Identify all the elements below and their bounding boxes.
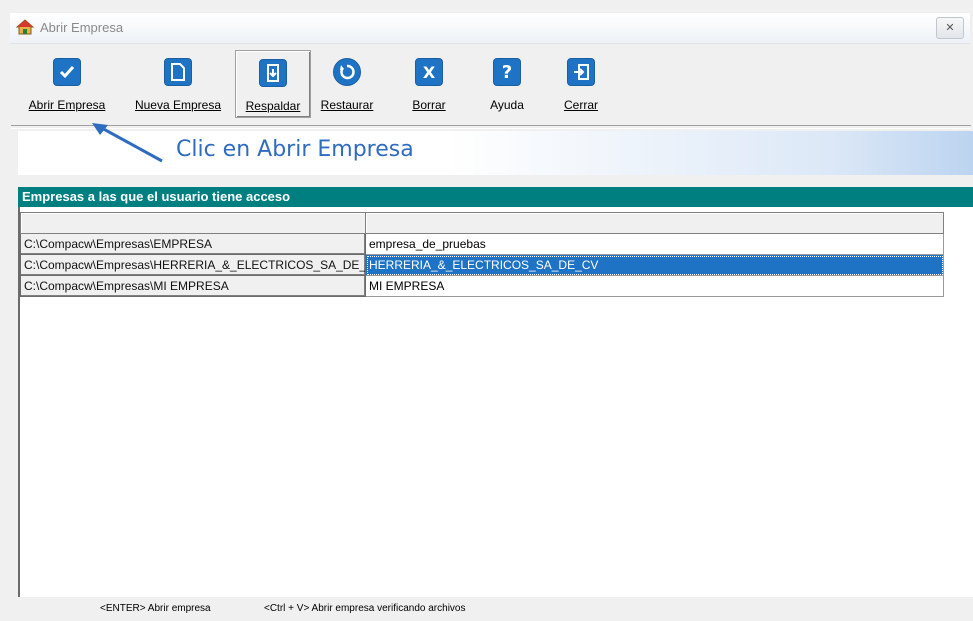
close-icon: ✕ [945,22,955,34]
company-path-cell[interactable]: C:\Compacw\Empresas\MI EMPRESA [20,275,366,297]
nueva-empresa-label: Nueva Empresa [134,98,222,112]
annotation-arrow-icon [92,123,163,163]
annotation-text: Clic en Abrir Empresa [176,137,414,162]
backup-icon [259,59,287,87]
companies-table: C:\Compacw\Empresas\EMPRESA empresa_de_p… [20,212,944,297]
annotation-banner: Clic en Abrir Empresa [18,123,973,175]
company-path-cell[interactable]: C:\Compacw\Empresas\EMPRESA [20,233,366,255]
check-icon [53,58,81,86]
respaldar-label: Respaldar [245,99,301,113]
window-title: Abrir Empresa [40,20,124,35]
table-header-row [20,212,944,234]
borrar-button[interactable]: X Borrar [404,50,454,116]
ayuda-button[interactable]: ? Ayuda [482,50,532,116]
column-header-path[interactable] [20,212,366,234]
house-icon [16,19,34,35]
table-row[interactable]: C:\Compacw\Empresas\EMPRESA empresa_de_p… [20,233,944,255]
restore-icon [333,58,361,86]
help-icon: ? [493,58,521,86]
restaurar-label: Restaurar [320,98,374,112]
spacer [18,175,973,187]
toolbar: Abrir Empresa Nueva Empresa Respaldar Re… [10,44,972,124]
status-hint-ctrl-v: <Ctrl + V> Abrir empresa verificando arc… [264,603,466,614]
ayuda-label: Ayuda [490,98,524,112]
title-bar: Abrir Empresa ✕ [10,13,970,44]
new-document-icon [164,58,192,86]
exit-icon [567,58,595,86]
status-hint-enter: <ENTER> Abrir empresa [100,603,211,614]
company-name-cell[interactable]: MI EMPRESA [365,275,944,297]
cerrar-button[interactable]: Cerrar [556,50,606,116]
borrar-label: Borrar [412,98,446,112]
panel-title: Empresas a las que el usuario tiene acce… [18,187,973,207]
company-name-cell[interactable]: HERRERIA_&_ELECTRICOS_SA_DE_CV [365,254,944,276]
close-button[interactable]: ✕ [936,17,964,39]
delete-icon: X [415,58,443,86]
status-bar: <ENTER> Abrir empresa <Ctrl + V> Abrir e… [18,598,973,621]
nueva-empresa-button[interactable]: Nueva Empresa [124,50,232,116]
column-header-name[interactable] [365,212,944,234]
abrir-empresa-label: Abrir Empresa [28,98,106,112]
abrir-empresa-window: Abrir Empresa ✕ Abrir Empresa Nueva Empr… [0,0,973,621]
company-path-cell[interactable]: C:\Compacw\Empresas\HERRERIA_&_ELECTRICO… [20,254,366,276]
restaurar-button[interactable]: Restaurar [312,50,382,116]
companies-grid[interactable]: C:\Compacw\Empresas\EMPRESA empresa_de_p… [18,207,973,597]
company-name-cell[interactable]: empresa_de_pruebas [365,233,944,255]
cerrar-label: Cerrar [563,98,598,112]
table-row[interactable]: C:\Compacw\Empresas\MI EMPRESA MI EMPRES… [20,275,944,297]
respaldar-button[interactable]: Respaldar [235,50,311,118]
abrir-empresa-button[interactable]: Abrir Empresa [12,50,122,116]
table-row-selected[interactable]: C:\Compacw\Empresas\HERRERIA_&_ELECTRICO… [20,254,944,276]
